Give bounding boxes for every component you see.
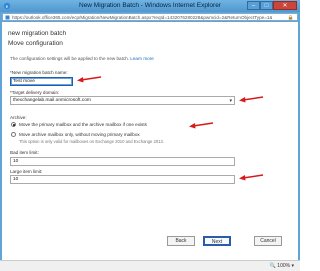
zoom-level[interactable]: 🔍 100% ▾: [270, 262, 294, 270]
learn-more-link[interactable]: Learn more: [130, 56, 154, 61]
dialog-content: new migration batch Move configuration T…: [2, 22, 298, 260]
chevron-down-icon: ▾: [291, 263, 294, 269]
large-item-limit-input[interactable]: 10: [10, 175, 235, 184]
title-bar[interactable]: e New Migration Batch - Windows Internet…: [0, 0, 300, 12]
batch-name-label: *New migration batch name:: [10, 70, 68, 75]
breadcrumb: new migration batch: [8, 30, 67, 37]
large-item-limit-label: Large item limit:: [10, 169, 43, 174]
maximize-button[interactable]: □: [260, 1, 273, 10]
archive-note: This option is only valid for mailboxes …: [19, 139, 165, 144]
cancel-button[interactable]: Cancel: [254, 236, 282, 246]
info-text: The configuration settings will be appli…: [10, 56, 154, 61]
archive-option-archive-only-label[interactable]: Move archive mailbox only, without movin…: [19, 132, 140, 137]
next-button[interactable]: Next: [203, 236, 231, 246]
chevron-down-icon[interactable]: ▾: [229, 97, 232, 105]
bad-item-limit-label: Bad item limit:: [10, 150, 39, 155]
domain-select-value: thexchangelab.mail.onmicrosoft.com: [13, 98, 91, 103]
lock-icon[interactable]: [288, 15, 293, 20]
archive-label: Archive:: [10, 115, 27, 120]
zoom-value: 100%: [277, 263, 291, 269]
page-title: Move configuration: [8, 40, 63, 47]
batch-name-input[interactable]: Test move: [10, 77, 73, 86]
arrow-annotation-batch-name: [77, 76, 102, 83]
archive-option-archive-only-radio[interactable]: [11, 132, 16, 137]
page-icon: [5, 15, 10, 20]
browser-window: e New Migration Batch - Windows Internet…: [0, 0, 300, 271]
minimize-button[interactable]: –: [247, 1, 260, 10]
zoom-icon: 🔍: [269, 263, 276, 269]
domain-select[interactable]: thexchangelab.mail.onmicrosoft.com ▾: [10, 96, 235, 105]
domain-label: *Target delivery domain:: [10, 90, 60, 95]
arrow-annotation-large-item: [239, 174, 264, 181]
address-bar[interactable]: https://outlook.office365.com/ecp/Migrat…: [2, 13, 298, 21]
arrow-annotation-archive: [189, 122, 214, 129]
back-button[interactable]: Back: [167, 236, 195, 246]
close-button[interactable]: ✕: [273, 1, 297, 10]
archive-option-primary-radio[interactable]: [11, 122, 16, 127]
bad-item-limit-input[interactable]: 10: [10, 157, 235, 166]
info-description: The configuration settings will be appli…: [10, 56, 130, 61]
arrow-annotation-domain: [239, 96, 264, 103]
status-bar: 🔍 100% ▾: [0, 260, 300, 271]
archive-option-primary-label[interactable]: Move the primary mailbox and the archive…: [19, 122, 147, 127]
address-url[interactable]: https://outlook.office365.com/ecp/Migrat…: [12, 14, 272, 21]
